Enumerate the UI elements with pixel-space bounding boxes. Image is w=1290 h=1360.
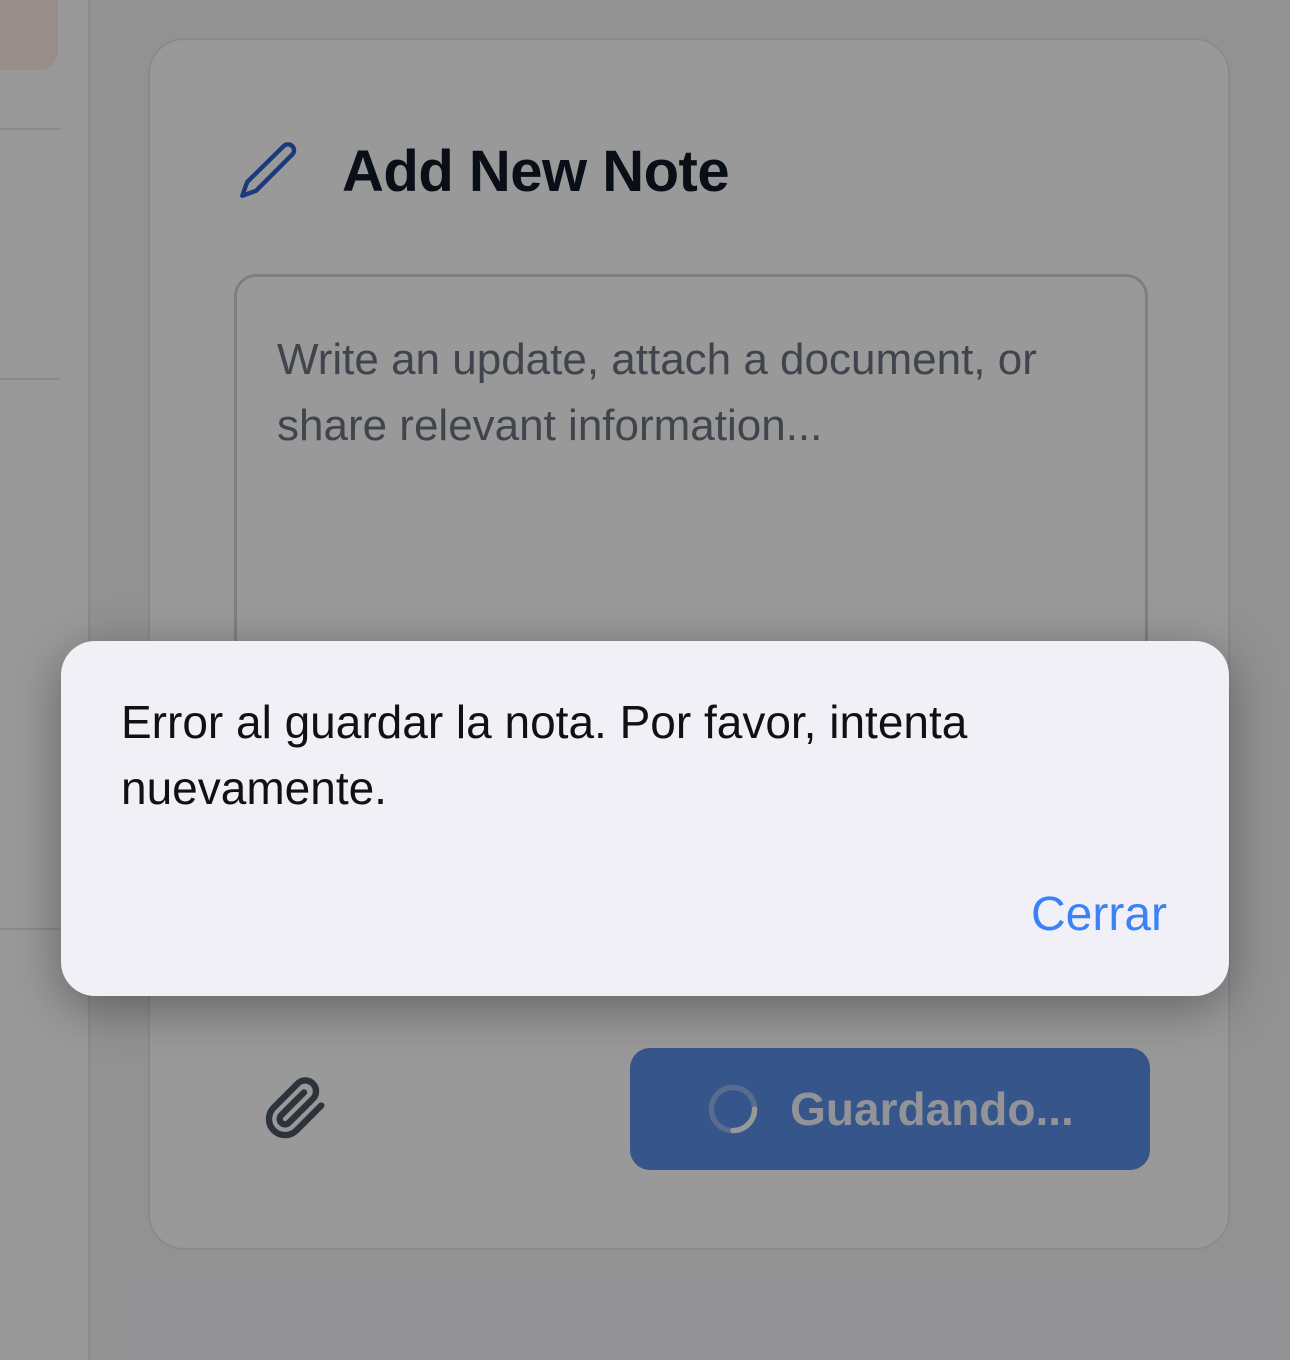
error-alert-dialog: Error al guardar la nota. Por favor, int…	[61, 641, 1229, 996]
page: Add New Note Write an update, attach a d…	[0, 0, 1290, 1360]
alert-message: Error al guardar la nota. Por favor, int…	[121, 696, 968, 814]
close-button[interactable]: Cerrar	[1031, 887, 1167, 942]
